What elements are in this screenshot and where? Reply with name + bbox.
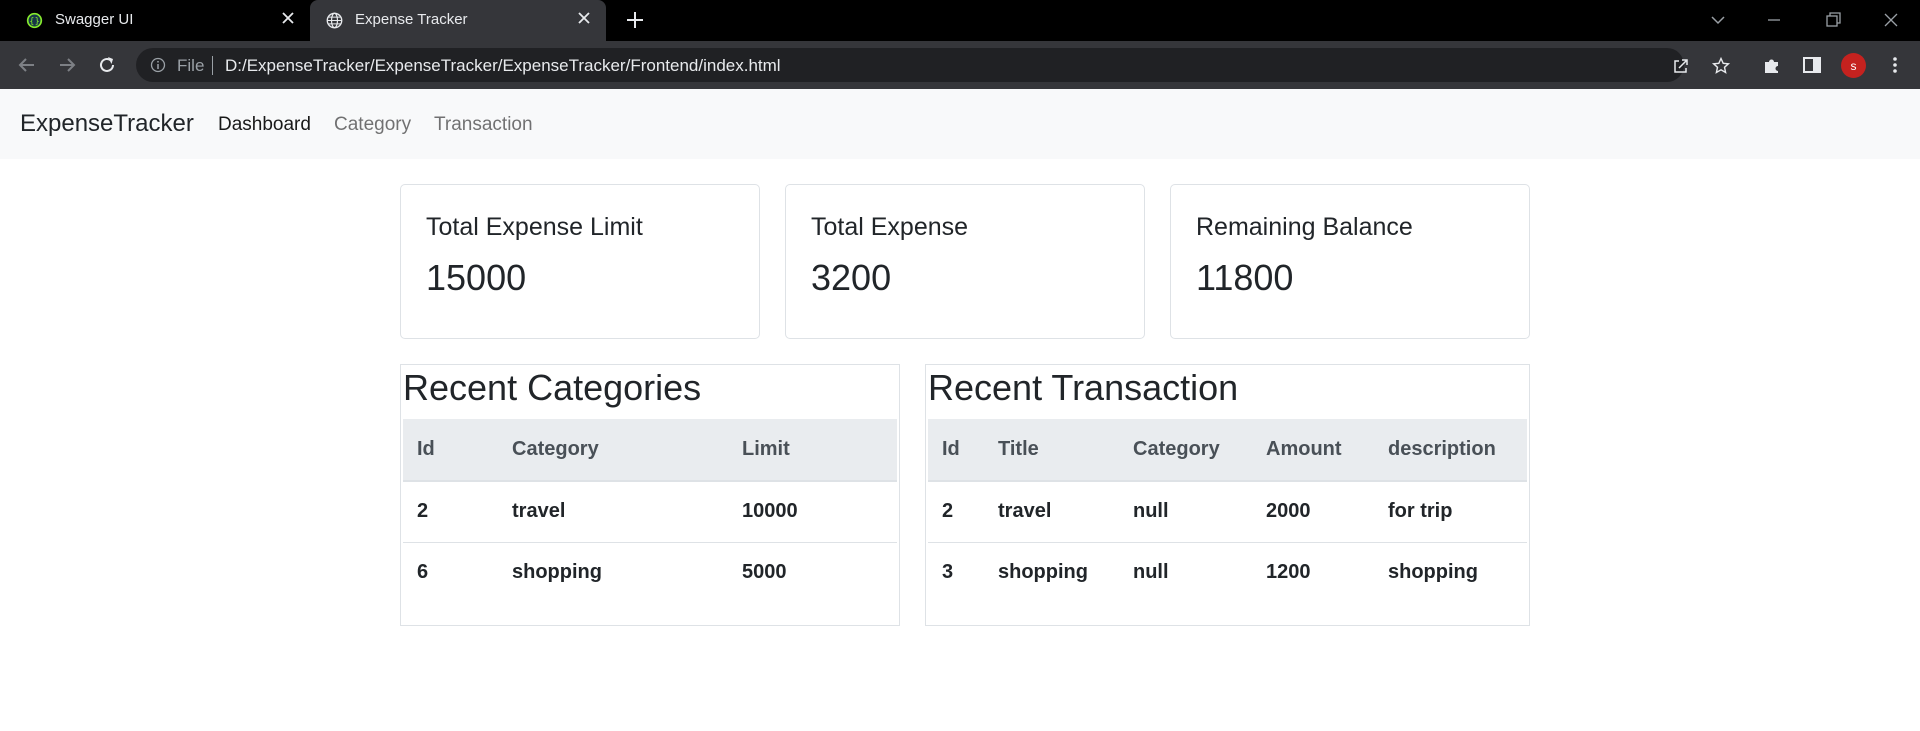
app-navbar: ExpenseTracker Dashboard Category Transa… [0,89,1920,159]
svg-text:{}: {} [29,17,40,27]
table-cell: null [1119,481,1252,543]
close-icon[interactable] [280,10,296,26]
url-text[interactable]: D:/ExpenseTracker/ExpenseTracker/Expense… [225,56,781,76]
column-header: Amount [1252,419,1374,482]
column-header: Title [984,419,1119,482]
reload-icon[interactable] [96,54,118,76]
profile-avatar[interactable]: s [1841,53,1866,78]
table-cell: travel [498,481,728,543]
menu-kebab-icon[interactable] [1884,54,1906,76]
back-arrow-icon[interactable] [16,54,38,76]
table-cell: 5000 [742,561,787,584]
table-cell: 2000 [1252,481,1374,543]
address-divider [212,56,213,75]
card-value: 15000 [426,257,527,298]
tab-swagger-ui[interactable]: {} Swagger UI [10,0,310,41]
nav-link-transaction[interactable]: Transaction [434,114,533,136]
table-row: 2 travel null 2000 for trip [928,481,1527,543]
table-cell: 2 [403,481,498,543]
table-cell: shopping [998,561,1088,584]
side-panel-icon[interactable] [1801,54,1823,76]
restore-icon[interactable] [1823,10,1843,30]
card-title: Remaining Balance [1196,213,1413,241]
transactions-table: Id Title Category Amount description 2 t… [928,419,1527,603]
new-tab-plus-icon[interactable] [624,9,646,31]
close-window-icon[interactable] [1881,10,1901,30]
recent-categories-panel: Recent Categories Id Category Limit 2 tr… [400,364,900,626]
card-title: Total Expense Limit [426,213,643,241]
tab-title: Expense Tracker [355,11,468,28]
table-row: 3 shopping null 1200 shopping [928,542,1527,603]
extensions-puzzle-icon[interactable] [1761,54,1783,76]
bookmark-star-icon[interactable] [1711,56,1731,76]
table-cell: shopping [1388,561,1478,584]
share-icon[interactable] [1671,56,1691,76]
address-bar[interactable]: File D:/ExpenseTracker/ExpenseTracker/Ex… [136,48,1731,82]
browser-tab-strip: {} Swagger UI Expense Tracker [0,0,1920,41]
column-header: Id [403,419,498,482]
table-cell: shopping [512,561,602,584]
tab-search-chevron-icon[interactable] [1708,10,1728,30]
remaining-balance-card: Remaining Balance 11800 [1170,184,1530,339]
table-cell: 10000 [728,481,897,543]
table-cell: 6 [417,561,429,584]
recent-transaction-panel: Recent Transaction Id Title Category Amo… [925,364,1530,626]
card-value: 11800 [1196,257,1294,298]
table-cell: for trip [1374,481,1527,543]
close-icon[interactable] [576,10,592,26]
table-cell: 2 [928,481,984,543]
table-cell: 1200 [1266,561,1311,584]
table-row: 6 shopping 5000 [403,542,897,603]
categories-table: Id Category Limit 2 travel 10000 6 shopp… [403,419,897,603]
nav-link-dashboard[interactable]: Dashboard [218,114,311,136]
scheme-label: File [177,56,205,75]
table-cell: 3 [942,561,954,584]
column-header: description [1374,419,1527,482]
card-title: Total Expense [811,213,969,241]
info-icon[interactable] [150,57,166,73]
total-expense-limit-card: Total Expense Limit 15000 [400,184,760,339]
table-header-row: Id Title Category Amount description [928,419,1527,482]
column-header: Id [928,419,984,482]
minimize-icon[interactable] [1764,10,1784,30]
panel-title: Recent Categories [403,367,702,408]
forward-arrow-icon[interactable] [56,54,78,76]
nav-link-category[interactable]: Category [334,114,411,136]
navbar-brand[interactable]: ExpenseTracker [20,110,194,138]
tab-title: Swagger UI [55,11,134,28]
column-header: Category [498,419,728,482]
card-value: 3200 [811,257,892,298]
column-header: Category [1119,419,1252,482]
table-header-row: Id Category Limit [403,419,897,482]
table-row: 2 travel 10000 [403,481,897,543]
browser-toolbar: File D:/ExpenseTracker/ExpenseTracker/Ex… [0,41,1920,89]
column-header: Limit [728,419,897,482]
swagger-icon: {} [26,12,43,29]
panel-title: Recent Transaction [928,367,1239,408]
total-expense-card: Total Expense 3200 [785,184,1145,339]
table-cell: null [1133,561,1169,584]
globe-icon [326,12,343,29]
table-cell: travel [984,481,1119,543]
tab-expense-tracker[interactable]: Expense Tracker [310,0,606,41]
